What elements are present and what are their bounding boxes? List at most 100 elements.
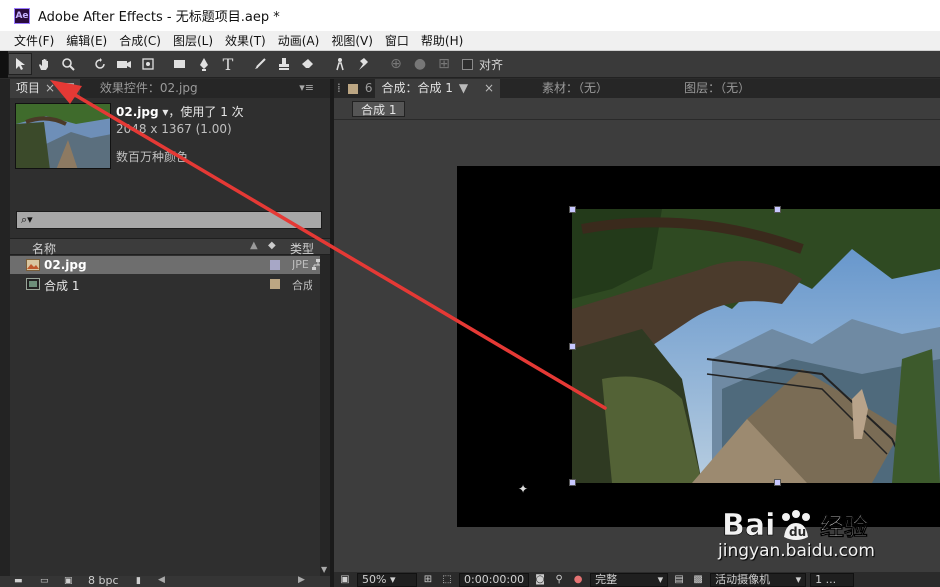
fast-preview-icon[interactable]: ▤ [672, 574, 686, 586]
quality-value: 完整 [595, 572, 618, 586]
rotate-tool-icon[interactable] [88, 53, 112, 75]
tab-footage[interactable]: 素材：（无） [536, 79, 614, 98]
bit-depth-button[interactable]: 8 bpc [88, 574, 119, 587]
label-tag-icon[interactable]: ◆ [268, 240, 276, 251]
asset-dimensions: 2048 x 1367 (1.00) [116, 122, 232, 136]
snap-checkbox[interactable] [462, 58, 473, 70]
scroll-down-icon[interactable]: ▼ [321, 565, 327, 574]
project-search-input[interactable]: ⌕▾ [16, 211, 322, 229]
scroll-right-icon[interactable]: ▶ [298, 575, 305, 585]
composition-viewport[interactable]: ✦ [334, 121, 940, 572]
channel-color-icon[interactable]: ● [571, 574, 585, 586]
snap-label: 对齐 [479, 57, 504, 72]
tab-project[interactable]: 项目 × [10, 79, 80, 98]
rectangle-tool-icon[interactable] [168, 53, 192, 75]
label-color-swatch[interactable] [270, 279, 280, 289]
lock-icon[interactable]: 6 [362, 79, 376, 98]
transform-handle[interactable] [569, 479, 576, 486]
always-preview-icon[interactable]: ▣ [338, 574, 352, 586]
svg-text:经验: 经验 [820, 513, 868, 541]
transform-handle[interactable] [569, 206, 576, 213]
views-dropdown[interactable]: 1 ... [810, 572, 855, 587]
project-item-name: 合成 1 [44, 277, 79, 294]
tab-project-label: 项目 [16, 81, 41, 95]
panel-dock-edge [0, 79, 10, 587]
tab-layer[interactable]: 图层：（无） [678, 79, 756, 98]
menu-window[interactable]: 窗口 [379, 32, 415, 49]
comp-number: 1 [71, 279, 80, 293]
breadcrumb[interactable]: 合成 1 [352, 101, 406, 117]
menu-composition[interactable]: 合成(C) [113, 32, 167, 49]
scroll-left-icon[interactable]: ◀ [158, 575, 165, 585]
project-item-row[interactable]: 02.jpg JPE [10, 256, 320, 274]
zoom-tool-icon[interactable] [56, 53, 80, 75]
new-folder-icon[interactable]: ▭ [40, 576, 49, 586]
transparency-grid-icon[interactable]: ▩ [691, 574, 705, 586]
selection-tool-icon[interactable] [8, 53, 32, 75]
menu-view[interactable]: 视图(V) [325, 32, 379, 49]
label-color-swatch[interactable] [270, 260, 280, 270]
chevron-down-icon: ▾ [389, 572, 396, 586]
world-axis-icon[interactable]: ● [408, 53, 432, 75]
composition-icon [26, 278, 40, 290]
column-name-header[interactable]: 名称 [32, 240, 56, 257]
pen-tool-icon[interactable] [192, 53, 216, 75]
panel-menu-icon[interactable]: ▾≡ [299, 81, 314, 94]
layer-image[interactable] [572, 209, 940, 483]
toolbar-grip [0, 50, 8, 78]
menu-edit[interactable]: 编辑(E) [60, 32, 113, 49]
view-axis-icon[interactable]: ⊞ [432, 53, 456, 75]
snapshot-camera-icon[interactable]: ◙ [533, 574, 547, 586]
project-item-row[interactable]: 合成 1 合成 [10, 275, 320, 293]
sort-ascending-icon[interactable]: ▲ [250, 240, 258, 251]
new-comp-icon[interactable]: ▣ [64, 576, 73, 586]
brush-tool-icon[interactable] [248, 53, 272, 75]
asset-usage: ，使用了 1 次 [168, 105, 244, 119]
asset-name: 02.jpg [116, 105, 159, 119]
hand-tool-icon[interactable] [32, 53, 56, 75]
type-tool-icon[interactable]: T [216, 53, 240, 75]
camera-tool-icon[interactable] [112, 53, 136, 75]
tab-effect-controls[interactable]: 效果控件：02.jpg [94, 79, 204, 98]
interpret-footage-icon[interactable]: ▬ [14, 576, 23, 586]
chevron-down-icon: ▾ [657, 572, 664, 586]
footage-image-icon [26, 259, 40, 271]
menu-bar: 文件(F) 编辑(E) 合成(C) 图层(L) 效果(T) 动画(A) 视图(V… [0, 31, 940, 51]
chevron-down-icon[interactable]: ▼ [459, 81, 468, 95]
close-icon[interactable]: × [45, 81, 55, 95]
title-bar: Ae Adobe After Effects - 无标题项目.aep * [0, 0, 940, 31]
transform-handle[interactable] [774, 479, 781, 486]
tab-color-swatch-icon [64, 83, 74, 92]
pan-behind-tool-icon[interactable] [136, 53, 160, 75]
menu-help[interactable]: 帮助(H) [415, 32, 469, 49]
show-snapshot-icon[interactable]: ⚲ [552, 574, 566, 586]
project-scrollbar[interactable]: ▼ [320, 255, 330, 576]
menu-effect[interactable]: 效果(T) [219, 32, 272, 49]
menu-animation[interactable]: 动画(A) [272, 32, 326, 49]
tab-composition[interactable]: 合成：合成 1 ▼ × [375, 79, 501, 98]
chevron-down-icon: ▾ [795, 572, 802, 586]
eraser-tool-icon[interactable] [296, 53, 320, 75]
menu-file[interactable]: 文件(F) [8, 32, 60, 49]
roto-brush-tool-icon[interactable] [328, 53, 352, 75]
column-type-header[interactable]: 类型 [290, 240, 314, 257]
anchor-point-icon[interactable]: ✦ [518, 482, 528, 496]
clone-stamp-tool-icon[interactable] [272, 53, 296, 75]
viewer-grip-icon[interactable]: ⁞ [334, 79, 344, 98]
transform-handle[interactable] [569, 343, 576, 350]
resolution-grid-icon[interactable]: ⊞ [421, 574, 435, 586]
camera-value: 活动摄像机 [715, 572, 771, 586]
zoom-dropdown[interactable]: 50% ▾ [357, 572, 417, 587]
puppet-pin-tool-icon[interactable] [352, 53, 376, 75]
close-icon[interactable]: × [484, 81, 494, 95]
menu-layer[interactable]: 图层(L) [167, 32, 219, 49]
camera-dropdown[interactable]: 活动摄像机 ▾ [710, 572, 807, 587]
region-of-interest-icon[interactable]: ⬚ [440, 574, 454, 586]
trash-icon[interactable]: ▮ [136, 576, 141, 586]
svg-text:Bai: Bai [722, 508, 775, 543]
watermark-url: jingyan.baidu.com [718, 541, 875, 561]
local-axis-icon[interactable]: ⊕ [384, 53, 408, 75]
current-time-display[interactable]: 0:00:00:00 [459, 572, 530, 587]
quality-dropdown[interactable]: 完整 ▾ [590, 572, 669, 587]
transform-handle[interactable] [774, 206, 781, 213]
